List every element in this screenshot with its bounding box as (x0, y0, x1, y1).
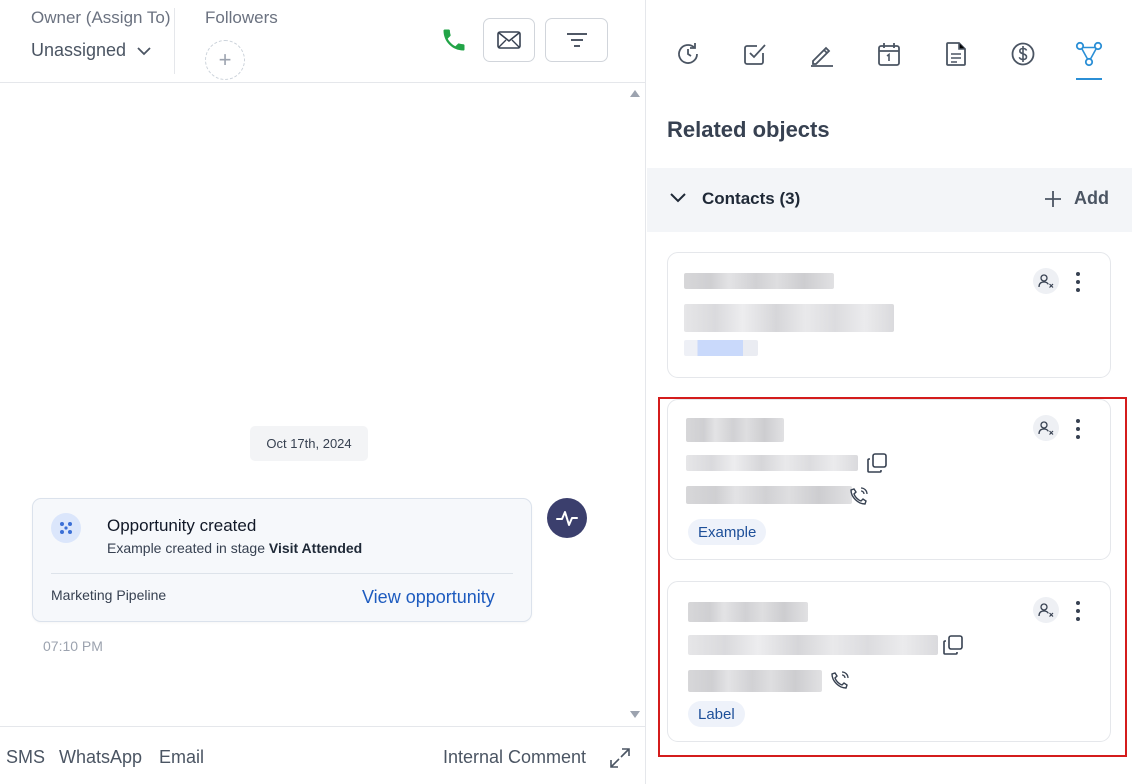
calendar-icon[interactable] (875, 40, 903, 68)
chevron-down-icon[interactable] (669, 192, 687, 204)
filter-lines-icon (566, 33, 587, 47)
event-stage: Visit Attended (268, 540, 363, 556)
tab-internal-comment[interactable]: Internal Comment (443, 747, 586, 768)
timeline-scrollbar[interactable] (626, 84, 644, 724)
contact-email-redacted (684, 304, 894, 332)
event-subtitle: Example created in stage Visit Attended (107, 540, 362, 556)
contact-email-redacted (688, 635, 938, 655)
tab-sms[interactable]: SMS (6, 747, 45, 768)
chevron-down-icon (137, 46, 151, 55)
contact-name-redacted (688, 602, 808, 622)
contacts-section-header[interactable]: Contacts (3) Add (647, 168, 1132, 232)
related-objects-icon[interactable] (1075, 40, 1103, 68)
task-check-icon[interactable] (741, 40, 769, 68)
email-button[interactable] (483, 18, 535, 62)
call-icon[interactable] (830, 670, 850, 690)
contact-card[interactable]: Label (667, 581, 1111, 742)
document-icon[interactable] (942, 40, 970, 68)
contact-email-redacted (686, 455, 858, 471)
plus-icon: + (218, 47, 232, 72)
user-remove-icon (1038, 274, 1054, 288)
tab-email[interactable]: Email (159, 747, 204, 768)
composer-tabs: SMS WhatsApp Email Internal Comment (0, 726, 646, 784)
expand-icon[interactable] (609, 747, 631, 769)
user-remove-icon (1038, 421, 1054, 435)
owner-label: Owner (Assign To) (31, 8, 171, 27)
contact-card[interactable]: Example (667, 399, 1111, 560)
add-label: Add (1074, 188, 1109, 208)
unassign-contact-button[interactable] (1033, 415, 1059, 441)
user-remove-icon (1038, 603, 1054, 617)
conversation-pane: Owner (Assign To) Unassigned Followers +… (0, 0, 646, 784)
pipeline-name: Marketing Pipeline (51, 587, 167, 603)
contact-name-redacted (686, 418, 784, 442)
related-objects-title: Related objects (667, 117, 830, 142)
contacts-section-title: Contacts (3) (702, 189, 801, 208)
owner-dropdown[interactable]: Unassigned (31, 40, 171, 61)
followers-label: Followers (205, 8, 278, 27)
followers-section: Followers + (205, 8, 278, 80)
unassign-contact-button[interactable] (1033, 597, 1059, 623)
conversation-header: Owner (Assign To) Unassigned Followers + (0, 0, 646, 83)
kebab-menu-icon[interactable] (1073, 272, 1083, 294)
header-divider (174, 8, 175, 74)
contact-tag: Label (688, 701, 745, 727)
unassign-contact-button[interactable] (1033, 268, 1059, 294)
activity-history-icon[interactable] (674, 40, 702, 68)
add-follower-button[interactable]: + (205, 40, 245, 80)
kebab-menu-icon[interactable] (1073, 601, 1083, 623)
active-tab-indicator (1076, 78, 1102, 80)
activity-badge (547, 498, 587, 538)
scroll-up-arrow-icon[interactable] (630, 90, 640, 97)
details-sidebar: Related objects Contacts (3) Add Example (647, 0, 1138, 784)
tab-whatsapp[interactable]: WhatsApp (59, 747, 142, 768)
event-time: 07:10 PM (43, 638, 103, 654)
phone-icon[interactable] (440, 26, 468, 54)
contact-tag: Example (688, 519, 767, 545)
contact-card[interactable] (667, 252, 1111, 378)
contact-name-redacted (684, 273, 834, 289)
mail-icon (497, 31, 521, 49)
copy-icon[interactable] (866, 452, 888, 474)
opportunity-icon (51, 513, 81, 543)
kebab-menu-icon[interactable] (1073, 419, 1083, 441)
sidebar-icon-tabs (647, 0, 1138, 83)
call-icon[interactable] (849, 486, 869, 506)
plus-icon (1045, 190, 1061, 207)
opportunity-created-card: Opportunity created Example created in s… (32, 498, 532, 622)
owner-section: Owner (Assign To) Unassigned (31, 8, 171, 61)
card-divider (51, 573, 513, 574)
contact-phone-redacted (686, 486, 852, 504)
dollar-icon[interactable] (1009, 40, 1037, 68)
contact-phone-redacted (684, 340, 758, 356)
copy-icon[interactable] (942, 634, 964, 656)
contact-phone-redacted (688, 670, 822, 692)
view-opportunity-link[interactable]: View opportunity (362, 587, 495, 608)
event-subtitle-text: Example created in stage (107, 540, 269, 556)
timeline-date-chip: Oct 17th, 2024 (250, 426, 368, 461)
activity-pulse-icon (556, 511, 578, 526)
pen-note-icon[interactable] (808, 40, 836, 68)
owner-value: Unassigned (31, 40, 127, 60)
scroll-down-arrow-icon[interactable] (630, 711, 640, 718)
event-title: Opportunity created (107, 516, 257, 535)
add-contact-button[interactable]: Add (1044, 188, 1109, 209)
filter-button[interactable] (545, 18, 608, 62)
